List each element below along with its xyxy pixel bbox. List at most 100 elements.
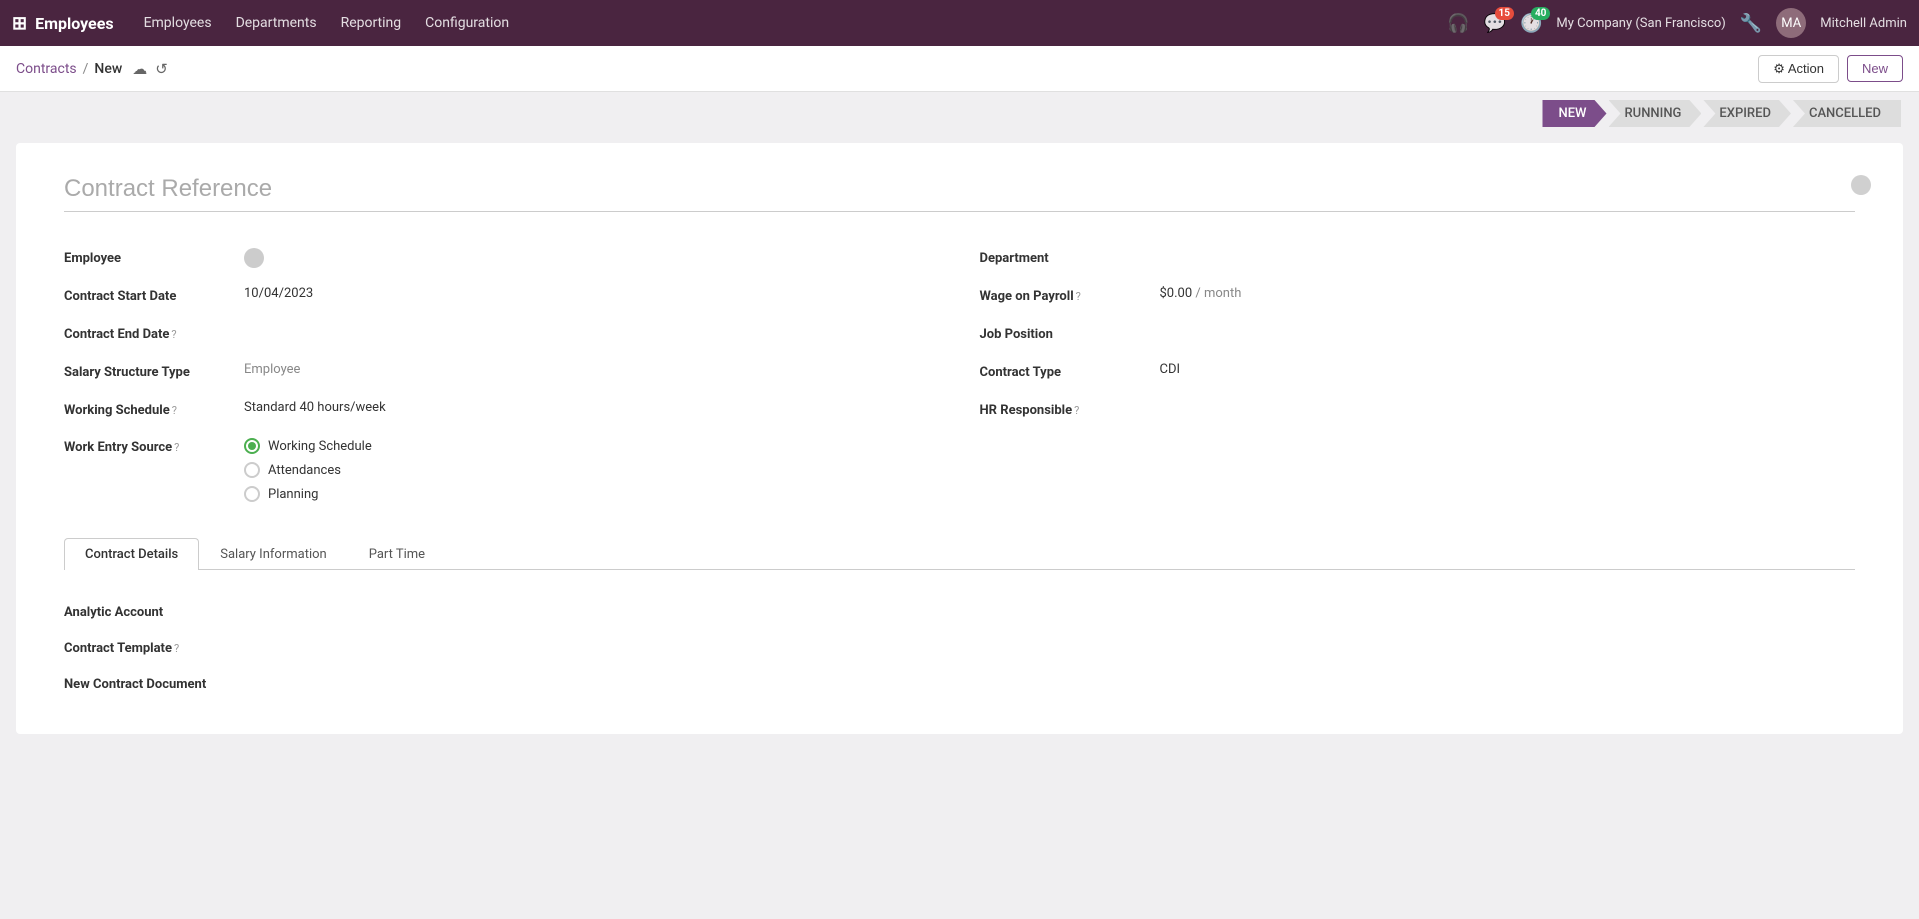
field-employee: Employee (64, 244, 940, 282)
department-label: Department (980, 248, 1160, 266)
radio-working-schedule-label: Working Schedule (268, 439, 372, 454)
employee-label: Employee (64, 248, 244, 266)
field-contract-start: Contract Start Date 10/04/2023 (64, 282, 940, 320)
salary-structure-label: Salary Structure Type (64, 362, 244, 380)
contract-template-help[interactable]: ? (174, 642, 179, 655)
radio-planning[interactable]: Planning (244, 486, 372, 502)
wage-suffix: / month (1195, 286, 1241, 301)
tools-icon[interactable]: 🔧 (1740, 13, 1762, 34)
radio-planning-circle (244, 486, 260, 502)
user-avatar[interactable]: MA (1776, 8, 1806, 38)
work-entry-source-label: Work Entry Source? (64, 438, 244, 455)
top-menu: Employees Departments Reporting Configur… (134, 11, 1428, 35)
form-grid: Employee Contract Start Date 10/04/2023 … (64, 244, 1855, 506)
wage-label: Wage on Payroll? (980, 286, 1160, 304)
status-expired[interactable]: EXPIRED (1703, 100, 1791, 127)
field-wage: Wage on Payroll? $0.00 / month (980, 282, 1856, 320)
contract-start-value[interactable]: 10/04/2023 (244, 286, 940, 301)
radio-planning-label: Planning (268, 487, 318, 502)
chat-icon[interactable]: 💬 15 (1484, 13, 1506, 34)
action-button[interactable]: ⚙ Action (1758, 55, 1839, 83)
form-card: Employee Contract Start Date 10/04/2023 … (16, 143, 1903, 734)
support-icon[interactable]: 🎧 (1447, 13, 1469, 34)
tab-contract-details[interactable]: Contract Details (64, 538, 199, 570)
status-running[interactable]: RUNNING (1609, 100, 1702, 127)
tab-part-time[interactable]: Part Time (348, 538, 446, 570)
contract-type-label: Contract Type (980, 362, 1160, 380)
grid-icon: ⊞ (12, 13, 27, 34)
contract-end-label: Contract End Date? (64, 324, 244, 342)
wage-help[interactable]: ? (1076, 290, 1081, 303)
status-bar: NEW RUNNING EXPIRED CANCELLED (0, 92, 1919, 127)
tabs-row: Contract Details Salary Information Part… (64, 538, 1855, 570)
analytic-account-label: Analytic Account (64, 605, 264, 620)
breadcrumb: Contracts / New (16, 61, 122, 77)
hr-responsible-help[interactable]: ? (1074, 404, 1079, 417)
activity-badge: 40 (1531, 7, 1550, 20)
tab-field-contract-template: Contract Template? (64, 630, 1855, 666)
working-schedule-value[interactable]: Standard 40 hours/week (244, 400, 940, 415)
menu-reporting[interactable]: Reporting (331, 11, 412, 35)
breadcrumb-separator: / (83, 61, 89, 77)
breadcrumb-icons: ☁ ↺ (132, 60, 168, 78)
form-left-col: Employee Contract Start Date 10/04/2023 … (64, 244, 940, 506)
breadcrumb-actions: ⚙ Action New (1758, 55, 1903, 83)
contract-end-help[interactable]: ? (171, 328, 176, 341)
app-name: Employees (35, 14, 113, 33)
field-contract-end: Contract End Date? (64, 320, 940, 358)
form-right-col: Department Wage on Payroll? $0.00 / mont… (980, 244, 1856, 506)
company-name[interactable]: My Company (San Francisco) (1556, 16, 1725, 31)
job-position-label: Job Position (980, 324, 1160, 342)
breadcrumb-contracts[interactable]: Contracts (16, 61, 77, 77)
working-schedule-help[interactable]: ? (172, 404, 177, 417)
contract-start-label: Contract Start Date (64, 286, 244, 304)
top-navigation: ⊞ Employees Employees Departments Report… (0, 0, 1919, 46)
contract-reference-input[interactable] (64, 175, 1855, 212)
work-entry-radio-group: Working Schedule Attendances Planning (244, 438, 372, 502)
status-indicator-circle[interactable] (1851, 175, 1871, 195)
tab-salary-information[interactable]: Salary Information (199, 538, 347, 570)
employee-value[interactable] (244, 248, 940, 272)
radio-attendances-circle (244, 462, 260, 478)
menu-employees[interactable]: Employees (134, 11, 222, 35)
undo-icon[interactable]: ↺ (155, 60, 168, 78)
menu-configuration[interactable]: Configuration (415, 11, 519, 35)
new-button[interactable]: New (1847, 55, 1903, 82)
field-working-schedule: Working Schedule? Standard 40 hours/week (64, 396, 940, 434)
breadcrumb-current: New (94, 61, 122, 77)
field-work-entry-source: Work Entry Source? Working Schedule Atte… (64, 434, 940, 506)
tabs-container: Contract Details Salary Information Part… (64, 538, 1855, 710)
main-content: Employee Contract Start Date 10/04/2023 … (0, 127, 1919, 914)
chat-badge: 15 (1495, 7, 1514, 20)
tab-field-analytic-account: Analytic Account (64, 594, 1855, 630)
status-cancelled[interactable]: CANCELLED (1793, 100, 1901, 127)
topnav-right: 🎧 💬 15 🕐 40 My Company (San Francisco) 🔧… (1447, 8, 1907, 38)
employee-dot (244, 248, 264, 268)
radio-working-schedule-circle (244, 438, 260, 454)
menu-departments[interactable]: Departments (226, 11, 327, 35)
status-new[interactable]: NEW (1542, 100, 1606, 127)
username[interactable]: Mitchell Admin (1820, 16, 1907, 31)
hr-responsible-label: HR Responsible? (980, 400, 1160, 418)
app-logo[interactable]: ⊞ Employees (12, 13, 114, 34)
breadcrumb-bar: Contracts / New ☁ ↺ ⚙ Action New (0, 46, 1919, 92)
working-schedule-label: Working Schedule? (64, 400, 244, 418)
radio-attendances[interactable]: Attendances (244, 462, 372, 478)
activity-icon[interactable]: 🕐 40 (1520, 13, 1542, 34)
work-entry-source-help[interactable]: ? (174, 441, 179, 454)
contract-type-value[interactable]: CDI (1160, 362, 1856, 377)
field-salary-structure: Salary Structure Type Employee (64, 358, 940, 396)
radio-working-schedule[interactable]: Working Schedule (244, 438, 372, 454)
new-contract-document-label: New Contract Document (64, 677, 264, 692)
field-contract-type: Contract Type CDI (980, 358, 1856, 396)
field-hr-responsible: HR Responsible? (980, 396, 1856, 434)
salary-structure-value[interactable]: Employee (244, 362, 940, 377)
field-department: Department (980, 244, 1856, 282)
tab-content: Analytic Account Contract Template? New … (64, 570, 1855, 710)
radio-attendances-label: Attendances (268, 463, 341, 478)
tab-field-new-contract-document: New Contract Document (64, 666, 1855, 702)
cloud-icon[interactable]: ☁ (132, 60, 147, 78)
contract-template-label: Contract Template? (64, 641, 264, 656)
field-job-position: Job Position (980, 320, 1856, 358)
wage-value[interactable]: $0.00 / month (1160, 286, 1856, 301)
